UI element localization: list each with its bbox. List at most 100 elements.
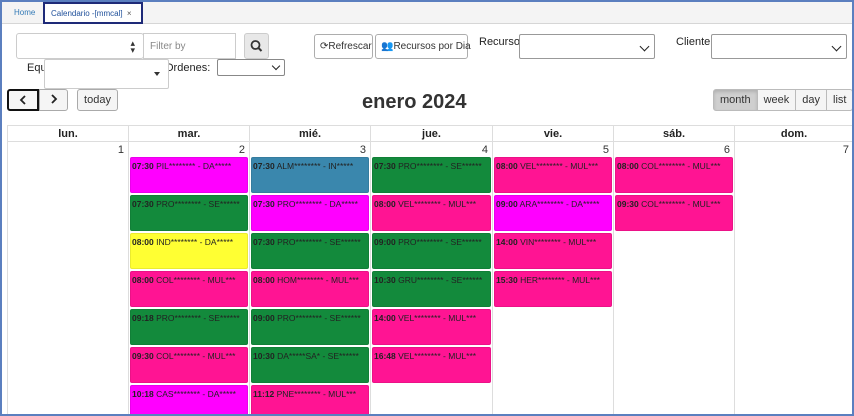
calendar-event[interactable]: 08:00 COL******** - MUL***	[615, 157, 733, 193]
chevron-right-icon	[50, 94, 57, 104]
calendar-event[interactable]: 09:18 PRO******** - SE******	[130, 309, 248, 345]
event-time: 09:00	[253, 313, 275, 323]
orders-select[interactable]	[217, 59, 285, 76]
event-title: PRO******** - SE******	[274, 313, 361, 323]
calendar-event[interactable]: 07:30 PRO******** - SE******	[372, 157, 491, 193]
weekday-header: vie.	[493, 125, 614, 142]
chevron-left-icon	[19, 95, 26, 105]
event-title: PRO******** - SE******	[395, 237, 482, 247]
view-switcher: month week day list	[713, 89, 852, 111]
view-week-button[interactable]: week	[756, 89, 797, 111]
calendar-event[interactable]: 07:30 ALM******** - IN*****	[251, 157, 369, 193]
day-cell[interactable]: 7	[735, 142, 852, 414]
calendar-event[interactable]: 08:00 HOM******** - MUL***	[251, 271, 369, 307]
calendar-event[interactable]: 09:00 ARA******** - DA*****	[494, 195, 612, 231]
event-time: 07:30	[253, 237, 275, 247]
event-time: 07:30	[253, 161, 275, 171]
view-list-button[interactable]: list	[826, 89, 852, 111]
event-time: 09:30	[132, 351, 154, 361]
weekday-header: jue.	[371, 125, 493, 142]
event-title: COL******** - MUL***	[638, 199, 721, 209]
users-icon: 👥	[381, 41, 394, 52]
weekday-header: mar.	[129, 125, 250, 142]
calendar-event[interactable]: 14:00 VIN******** - MUL***	[494, 233, 612, 269]
weekday-header: mié.	[250, 125, 371, 142]
today-button[interactable]: today	[77, 89, 118, 111]
caret-down-icon	[154, 72, 160, 76]
event-title: PRO******** - SE******	[395, 161, 482, 171]
calendar-event[interactable]: 07:30 PRO******** - SE******	[251, 233, 369, 269]
event-title: VEL******** - MUL***	[395, 199, 477, 209]
event-time: 09:18	[132, 313, 154, 323]
event-time: 10:30	[374, 275, 396, 285]
team-select[interactable]	[44, 59, 169, 89]
event-time: 07:30	[132, 161, 154, 171]
chevron-down-icon	[271, 61, 281, 71]
day-cell[interactable]: 6 08:00 COL******** - MUL*** 09:30 COL***…	[614, 142, 735, 414]
calendar-event[interactable]: 07:30 PRO******** - DA*****	[251, 195, 369, 231]
calendar-event[interactable]: 09:30 COL******** - MUL***	[130, 347, 248, 383]
event-time: 10:18	[132, 389, 154, 399]
orders-label: Ordenes:	[165, 62, 211, 74]
calendar-event[interactable]: 09:00 PRO******** - SE******	[251, 309, 369, 345]
event-title: PRO******** - SE******	[274, 237, 361, 247]
calendar-event[interactable]: 15:30 HER******** - MUL***	[494, 271, 612, 307]
event-time: 08:00	[132, 275, 154, 285]
tab-calendario-label: Calendario -[mmcal]	[51, 9, 123, 18]
event-title: DA*****SA* - SE******	[274, 351, 359, 361]
calendar-event[interactable]: 11:12 PNE******** - MUL***	[251, 385, 369, 414]
event-title: COL******** - MUL***	[153, 351, 236, 361]
day-cell[interactable]: 1	[7, 142, 129, 414]
day-number: 7	[842, 144, 849, 156]
search-button[interactable]	[244, 33, 269, 59]
event-time: 14:00	[496, 237, 518, 247]
tab-calendario[interactable]: Calendario -[mmcal] ×	[43, 2, 143, 24]
client-select[interactable]	[711, 34, 847, 59]
filter-input[interactable]: Filter by	[143, 33, 236, 59]
event-title: PRO******** - SE******	[153, 313, 240, 323]
calendar-event[interactable]: 07:30 PIL******** - DA*****	[130, 157, 248, 193]
view-month-button[interactable]: month	[713, 89, 758, 111]
event-title: PNE******** - MUL***	[274, 389, 357, 399]
event-time: 14:00	[374, 313, 396, 323]
calendar-event[interactable]: 08:00 IND******** - DA*****	[130, 233, 248, 269]
sort-caret-icon: ▴ ▾	[130, 38, 135, 55]
calendar-event[interactable]: 10:30 DA*****SA* - SE******	[251, 347, 369, 383]
event-time: 08:00	[374, 199, 396, 209]
event-title: HER******** - MUL***	[517, 275, 600, 285]
calendar-event[interactable]: 09:00 PRO******** - SE******	[372, 233, 491, 269]
calendar-event[interactable]: 10:18 CAS******** - DA*****	[130, 385, 248, 414]
filter-field-select[interactable]: ▴ ▾	[16, 33, 144, 59]
prev-month-button[interactable]	[7, 89, 39, 111]
weekday-header: sáb.	[614, 125, 735, 142]
calendar-event[interactable]: 10:30 GRU******** - SE******	[372, 271, 491, 307]
day-cell[interactable]: 4 07:30 PRO******** - SE****** 08:00 VEL*…	[371, 142, 493, 414]
calendar-event[interactable]: 09:30 COL******** - MUL***	[615, 195, 733, 231]
event-title: IND******** - DA*****	[153, 237, 234, 247]
tab-bar: Home Calendario -[mmcal] ×	[2, 2, 852, 24]
day-number: 6	[723, 144, 730, 156]
event-title: ARA******** - DA*****	[517, 199, 600, 209]
calendar-event[interactable]: 08:00 VEL******** - MUL***	[372, 195, 491, 231]
calendar-event[interactable]: 16:48 VEL******** - MUL***	[372, 347, 491, 383]
calendar-event[interactable]: 08:00 COL******** - MUL***	[130, 271, 248, 307]
event-time: 08:00	[496, 161, 518, 171]
event-time: 09:00	[374, 237, 396, 247]
event-title: HOM******** - MUL***	[274, 275, 359, 285]
tab-home[interactable]: Home	[8, 3, 41, 23]
search-icon	[250, 40, 263, 52]
resources-label: Recursos por Dia	[393, 41, 471, 52]
calendar-event[interactable]: 08:00 VEL******** - MUL***	[494, 157, 612, 193]
event-title: COL******** - MUL***	[638, 161, 721, 171]
refresh-button[interactable]: ⟳Refrescar	[314, 34, 373, 59]
view-day-button[interactable]: day	[795, 89, 828, 111]
calendar-event[interactable]: 07:30 PRO******** - SE******	[130, 195, 248, 231]
day-cell[interactable]: 5 08:00 VEL******** - MUL*** 09:00 ARA***…	[493, 142, 614, 414]
day-cell[interactable]: 3 07:30 ALM******** - IN***** 07:30 PRO**…	[250, 142, 371, 414]
next-month-button[interactable]	[39, 89, 68, 111]
day-cell[interactable]: 2 07:30 PIL******** - DA***** 07:30 PRO**…	[129, 142, 250, 414]
calendar-event[interactable]: 14:00 VEL******** - MUL***	[372, 309, 491, 345]
close-icon[interactable]: ×	[127, 9, 132, 18]
resource-select[interactable]	[519, 34, 655, 59]
resources-per-day-button[interactable]: 👥Recursos por Dia	[375, 34, 471, 59]
